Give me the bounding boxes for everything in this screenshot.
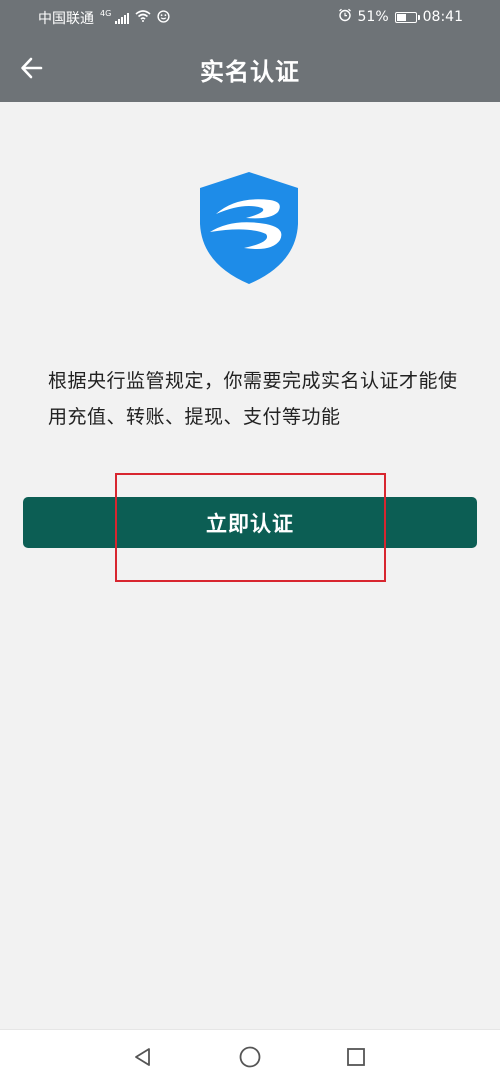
shield-logo-icon <box>196 168 302 288</box>
nav-back-button[interactable] <box>128 1042 158 1072</box>
recents-square-icon <box>347 1048 365 1066</box>
verification-description: 根据央行监管规定，你需要完成实名认证才能使用充值、转账、提现、支付等功能 <box>48 370 458 428</box>
verify-now-button[interactable]: 立即认证 <box>23 497 477 548</box>
page-title: 实名认证 <box>200 58 300 86</box>
alarm-icon <box>338 8 352 26</box>
nav-recents-button[interactable] <box>341 1042 371 1072</box>
network-type-label: 4G <box>100 8 112 18</box>
nav-home-button[interactable] <box>235 1042 265 1072</box>
status-left: 中国联通 4G <box>38 8 170 28</box>
wifi-icon <box>135 10 151 26</box>
battery-fill <box>396 13 406 21</box>
clock: 08:41 <box>422 9 463 25</box>
status-right: 51% 08:41 <box>338 8 463 26</box>
app-bar: 实名认证 <box>0 34 500 102</box>
back-triangle-icon <box>135 1048 150 1066</box>
home-circle-icon <box>239 1046 261 1068</box>
smiley-icon <box>157 9 170 27</box>
battery-percent: 51% <box>357 9 389 25</box>
top-bar: 中国联通 4G 51% 08:41 实名认证 <box>0 0 500 102</box>
screen: 中国联通 4G 51% 08:41 实名认证 根据央行监管规定，你需要完成实名认… <box>0 0 500 1083</box>
battery-icon <box>394 11 420 23</box>
signal-icon <box>115 12 130 24</box>
system-nav-bar <box>0 1029 500 1083</box>
carrier-label: 中国联通 <box>38 11 94 27</box>
status-bar: 中国联通 4G 51% 08:41 <box>0 0 500 34</box>
verify-now-label: 立即认证 <box>206 511 294 536</box>
